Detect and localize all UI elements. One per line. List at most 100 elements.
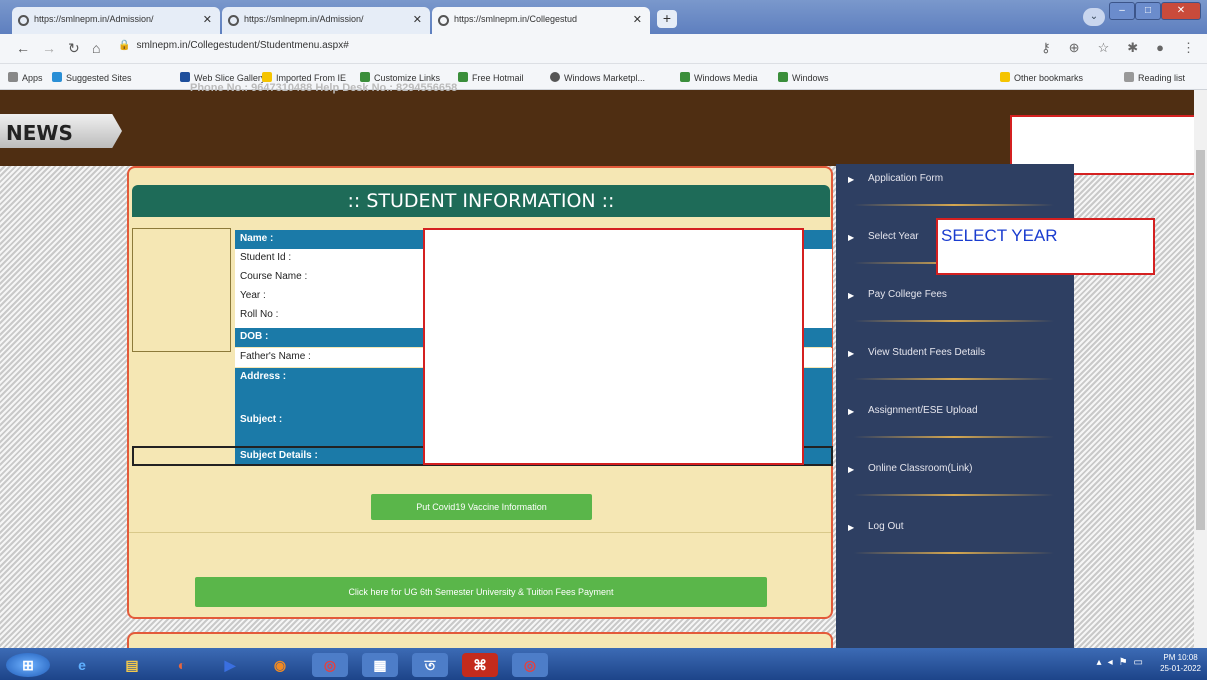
forward-icon[interactable]: → (42, 40, 56, 56)
tab-title: https://smlnepm.in/Admission/ (34, 14, 154, 24)
windows-icon: ⊞ (22, 657, 34, 673)
divider (129, 532, 831, 533)
clock-date: 25-01-2022 (1160, 664, 1201, 673)
close-window-icon[interactable]: ✕ (1161, 2, 1201, 20)
globe-icon (228, 15, 239, 26)
minimize-icon[interactable]: – (1109, 2, 1135, 20)
browser-tab-strip: https://smlnepm.in/Admission/ ✕ https://… (0, 0, 1207, 34)
select-year-annotation-text: SELECT YEAR (941, 226, 1058, 245)
file-explorer-icon[interactable]: ▤ (114, 653, 150, 677)
close-tab-icon[interactable]: ✕ (633, 13, 642, 26)
bookmark-icon (360, 72, 370, 82)
bookmark-item[interactable]: Windows (778, 72, 829, 83)
app-icon[interactable]: ত (412, 653, 448, 677)
page-viewport: Phone No.: 9647310488 Help Desk No.: 829… (0, 82, 1197, 652)
system-tray[interactable]: ▴◂⚑▭ (1097, 657, 1149, 668)
calculator-icon[interactable]: ▦ (362, 653, 398, 677)
close-tab-icon[interactable]: ✕ (413, 13, 422, 26)
bookmarks-bar: Apps Suggested Sites Web Slice Gallery I… (0, 64, 1207, 90)
bookmark-item[interactable]: Reading list (1124, 72, 1185, 83)
folder-icon (1000, 72, 1010, 82)
bookmark-icon (550, 72, 560, 82)
chrome-icon[interactable]: ◎ (512, 653, 548, 677)
profile-icon[interactable]: ● (1156, 40, 1164, 56)
arrow-right-icon: ▶ (848, 349, 855, 358)
bookmark-item[interactable]: Suggested Sites (52, 72, 132, 83)
bookmark-icon (52, 72, 62, 82)
student-info-title: :: STUDENT INFORMATION :: (132, 185, 830, 217)
news-label: NEWS (0, 114, 122, 148)
menu-separator (854, 378, 1054, 380)
lock-icon: 🔒 (118, 40, 131, 51)
bookmark-icon (680, 72, 690, 82)
start-button[interactable]: ⊞ (6, 653, 50, 677)
address-toolbar: ← → ↻ ⌂ 🔒 smlnepm.in/Collegestudent/Stude… (0, 34, 1207, 64)
url-field[interactable]: 🔒 smlnepm.in/Collegestudent/Studentmenu.a… (118, 40, 349, 51)
bookmark-icon (458, 72, 468, 82)
arrow-right-icon: ▶ (848, 407, 855, 416)
globe-icon (438, 15, 449, 26)
student-photo (132, 228, 231, 352)
zoom-icon[interactable]: ⊕ (1069, 40, 1080, 56)
folder-icon (262, 72, 272, 82)
reload-icon[interactable]: ↻ (68, 40, 80, 57)
bookmark-apps[interactable]: Apps (8, 72, 43, 83)
tab-title: https://smlnepm.in/Collegestud (454, 14, 578, 24)
menu-item-online-classroom[interactable]: ▶ Online Classroom(Link) (844, 454, 1058, 512)
apps-icon (8, 72, 18, 82)
maximize-icon[interactable]: □ (1135, 2, 1161, 20)
menu-icon[interactable]: ⋮ (1182, 40, 1195, 56)
reading-list-icon (1124, 72, 1134, 82)
redaction-box (423, 228, 804, 465)
extensions-icon[interactable]: ✱ (1127, 40, 1138, 56)
key-icon[interactable]: ⚷ (1041, 40, 1051, 56)
menu-item-application-form[interactable]: ▶ Application Form (844, 164, 1058, 222)
bookmark-icon (180, 72, 190, 82)
clock-time: PM 10:08 (1163, 653, 1198, 662)
fees-payment-button[interactable]: Click here for UG 6th Semester Universit… (195, 577, 767, 607)
arrow-right-icon: ▶ (848, 523, 855, 532)
back-icon[interactable]: ← (16, 40, 30, 56)
page-scrollbar[interactable] (1194, 90, 1207, 648)
pdf-reader-icon[interactable]: ⌘ (462, 653, 498, 677)
chrome-icon[interactable]: ◎ (312, 653, 348, 677)
window-controls: – □ ✕ (1109, 2, 1201, 20)
menu-separator (854, 494, 1054, 496)
internet-explorer-icon[interactable]: e (64, 653, 100, 677)
menu-separator (854, 436, 1054, 438)
firefox-icon[interactable]: ◉ (262, 653, 298, 677)
close-tab-icon[interactable]: ✕ (203, 13, 212, 26)
covid-vaccine-button[interactable]: Put Covid19 Vaccine Information (371, 494, 592, 520)
bookmark-item[interactable]: Windows Marketpl... (550, 72, 645, 83)
globe-icon (18, 15, 29, 26)
menu-item-pay-college-fees[interactable]: ▶ Pay College Fees (844, 280, 1058, 338)
new-tab-button[interactable]: + (657, 10, 677, 28)
bookmark-item[interactable]: Windows Media (680, 72, 758, 83)
browser-tab[interactable]: https://smlnepm.in/Admission/ ✕ (12, 7, 220, 34)
menu-item-assignment-upload[interactable]: ▶ Assignment/ESE Upload (844, 396, 1058, 454)
menu-item-view-fees[interactable]: ▶ View Student Fees Details (844, 338, 1058, 396)
bookmark-icon (778, 72, 788, 82)
arrow-right-icon: ▶ (848, 465, 855, 474)
bookmark-item[interactable]: Other bookmarks (1000, 72, 1083, 83)
menu-item-log-out[interactable]: ▶ Log Out (844, 512, 1058, 570)
menu-separator (854, 320, 1054, 322)
bookmark-item[interactable]: Free Hotmail (458, 72, 524, 83)
home-icon[interactable]: ⌂ (92, 40, 100, 56)
url-text: smlnepm.in/Collegestudent/Studentmenu.as… (136, 40, 349, 51)
star-icon[interactable]: ☆ (1098, 40, 1110, 56)
browser-tab[interactable]: https://smlnepm.in/Admission/ ✕ (222, 7, 430, 34)
windows-taskbar: ⊞ e ▤ ◐ ▶ ◉ ◎ ▦ ত ⌘ ◎ ▴◂⚑▭ PM 10:08 25-0… (0, 648, 1207, 680)
player-icon[interactable]: ▶ (212, 653, 248, 677)
clock[interactable]: PM 10:08 25-01-2022 (1160, 652, 1201, 674)
toolbar-icons: ⚷ ⊕ ☆ ✱ ● ⋮ (1041, 40, 1195, 56)
select-year-annotation: SELECT YEAR (936, 218, 1155, 275)
arrow-right-icon: ▶ (848, 175, 855, 184)
browser-tab-active[interactable]: https://smlnepm.in/Collegestud ✕ (432, 7, 650, 34)
contact-strip: Phone No.: 9647310488 Help Desk No.: 829… (190, 82, 458, 94)
media-icon[interactable]: ◐ (164, 653, 200, 677)
menu-separator (854, 204, 1054, 206)
arrow-right-icon: ▶ (848, 233, 855, 242)
account-icon[interactable]: ⌄ (1083, 8, 1105, 26)
scrollbar-thumb[interactable] (1196, 150, 1205, 530)
